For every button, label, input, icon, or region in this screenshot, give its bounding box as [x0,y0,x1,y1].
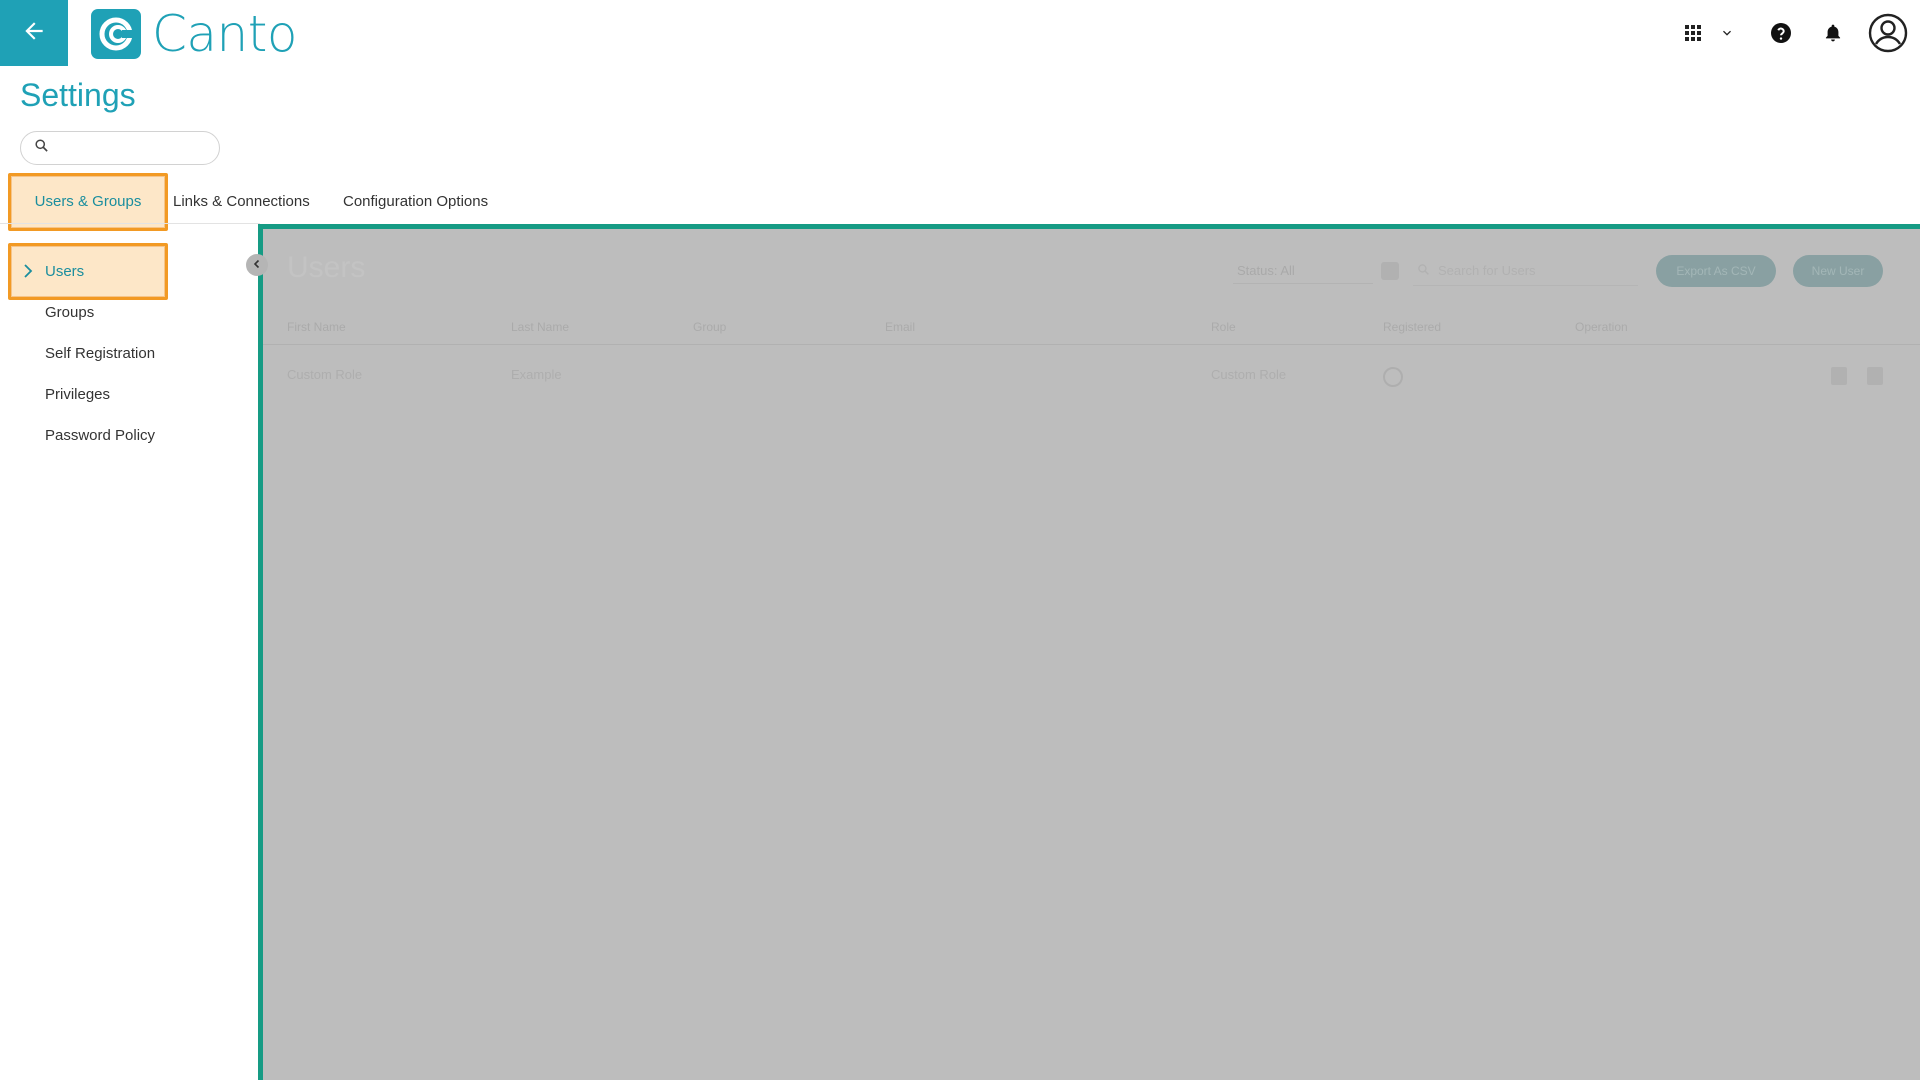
clock-icon [1383,367,1403,387]
arrow-left-icon [21,18,47,49]
bell-icon[interactable] [1818,18,1848,48]
top-bar: Canto [0,0,1920,66]
main-content-overlay: Users Status: All Search for Users Expor… [258,224,1920,1080]
sidebar: Users Groups Self Registration Privilege… [0,224,258,1080]
account-icon[interactable] [1868,13,1908,53]
chevron-left-icon [252,256,262,274]
column-header-registered[interactable]: Registered [1383,320,1441,334]
column-header-group[interactable]: Group [693,320,726,334]
tab-users-groups[interactable]: Users & Groups [8,178,168,224]
sidebar-item-privileges[interactable]: Privileges [45,386,110,403]
search-input[interactable] [55,140,205,156]
users-search-input[interactable]: Search for Users [1413,256,1638,286]
canto-logo-mark [91,9,141,59]
users-title: Users [287,251,366,284]
column-header-operation: Operation [1575,320,1628,334]
delete-icon[interactable] [1867,367,1883,385]
new-user-button[interactable]: New User [1793,255,1883,287]
users-panel: Users Status: All Search for Users Expor… [263,229,1920,1080]
column-header-first-name[interactable]: First Name [287,320,346,334]
page-title: Settings [20,77,136,113]
settings-search[interactable] [20,131,220,165]
back-button[interactable] [0,0,68,66]
export-csv-button[interactable]: Export As CSV [1656,255,1776,287]
chevron-right-icon [22,263,34,284]
chevron-down-icon[interactable] [1712,18,1742,48]
header-actions [1678,0,1920,66]
cell-first-name: Custom Role [287,367,363,382]
help-icon[interactable] [1766,18,1796,48]
collapse-sidebar-button[interactable] [246,254,268,276]
edit-icon[interactable] [1831,367,1847,385]
sidebar-item-groups[interactable]: Groups [45,304,94,321]
users-search-placeholder: Search for Users [1438,263,1536,278]
cell-last-name: Example [511,367,562,382]
sidebar-item-password-policy[interactable]: Password Policy [45,427,155,444]
table-row[interactable]: Custom Role Example Custom Role [263,345,1920,405]
search-icon [34,138,49,158]
column-header-email[interactable]: Email [885,320,915,334]
apps-grid-icon[interactable] [1678,18,1708,48]
tab-configuration-options[interactable]: Configuration Options [343,178,488,224]
status-filter[interactable]: Status: All [1233,258,1373,284]
brand-name: Canto [152,5,297,63]
settings-tabs: Users & Groups Links & Connections Confi… [0,178,1920,224]
table-header: First Name Last Name Group Email Role Re… [263,309,1920,345]
column-header-role[interactable]: Role [1211,320,1236,334]
canto-logo[interactable]: Canto [91,9,297,59]
cell-role: Custom Role [1211,367,1287,382]
filter-icon[interactable] [1381,262,1399,280]
sidebar-item-self-registration[interactable]: Self Registration [45,345,155,362]
tab-links-connections[interactable]: Links & Connections [173,178,310,224]
sidebar-item-users[interactable]: Users [45,263,84,280]
column-header-last-name[interactable]: Last Name [511,320,569,334]
search-icon [1417,263,1430,279]
